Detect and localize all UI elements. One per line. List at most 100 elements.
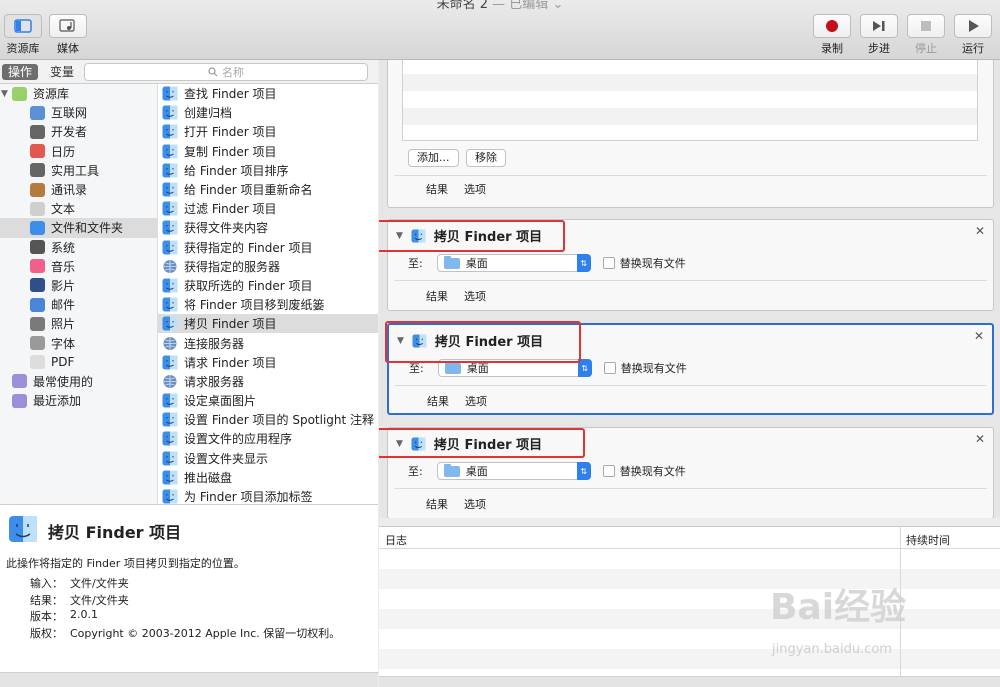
run-button[interactable] [954, 14, 992, 38]
description-value: Copyright © 2003-2012 Apple Inc. 保留一切权利。 [70, 626, 341, 640]
sidebar-item[interactable]: 邮件 [0, 295, 157, 314]
action-label: 设置文件的应用程序 [184, 432, 293, 447]
finder-icon [162, 393, 178, 408]
log-column-header[interactable]: 日志 [385, 532, 407, 548]
finder-icon [162, 86, 178, 101]
options-toggle[interactable]: 选项 [464, 496, 486, 512]
record-icon [826, 20, 838, 32]
action-list-item[interactable]: 连接服务器 [158, 333, 378, 352]
sidebar-item[interactable]: 日历 [0, 142, 157, 161]
action-list-item[interactable]: 获得指定的服务器 [158, 257, 378, 276]
close-icon[interactable]: ✕ [974, 329, 984, 343]
sidebar-item[interactable]: ▼ 资源库 [0, 84, 157, 103]
sidebar-item[interactable]: 照片 [0, 314, 157, 333]
finder-icon [162, 470, 178, 485]
music-icon [30, 259, 45, 274]
search-input[interactable]: 名称 [84, 63, 368, 81]
action-list-item[interactable]: 查找 Finder 项目 [158, 84, 378, 103]
action-list-item[interactable]: 设置 Finder 项目的 Spotlight 注释 [158, 410, 378, 429]
stop-button[interactable] [907, 14, 945, 38]
action-list-item[interactable]: 请求 Finder 项目 [158, 353, 378, 372]
sidebar-item[interactable]: 通讯录 [0, 180, 157, 199]
finder-icon [162, 297, 178, 312]
action-list-item[interactable]: 为 Finder 项目添加标签 [158, 487, 378, 504]
results-toggle[interactable]: 结果 [426, 496, 448, 512]
duration-column-header[interactable]: 持续时间 [906, 532, 950, 548]
sidebar-item[interactable]: 互联网 [0, 103, 157, 122]
action-label: 给 Finder 项目排序 [184, 163, 289, 178]
replace-checkbox[interactable] [602, 257, 615, 269]
to-label: 至: [408, 257, 423, 270]
sidebar-item[interactable]: 影片 [0, 276, 157, 295]
results-toggle[interactable]: 结果 [426, 181, 448, 197]
tools-icon [30, 124, 45, 139]
action-list-item[interactable]: 打开 Finder 项目 [158, 122, 378, 141]
action-description: 拷贝 Finder 项目 此操作将指定的 Finder 项目拷贝到指定的位置。 … [0, 504, 378, 672]
description-key: 版权： [30, 626, 63, 640]
chevron-down-icon[interactable]: ⌄ [552, 0, 563, 12]
sidebar-item[interactable]: 最常使用的 [0, 372, 157, 391]
remove-button[interactable]: 移除 [466, 149, 506, 167]
sidebar-item[interactable]: 开发者 [0, 122, 157, 141]
finder-icon [162, 412, 178, 427]
sidebar-item[interactable]: 最近添加 [0, 391, 157, 410]
action-list-item[interactable]: 推出磁盘 [158, 468, 378, 487]
replace-checkbox[interactable] [602, 465, 615, 477]
sidebar-item[interactable]: 文件和文件夹 [0, 218, 157, 238]
description-row: 版权： Copyright © 2003-2012 Apple Inc. 保留一切… [30, 625, 340, 642]
action-list-item[interactable]: 获取所选的 Finder 项目 [158, 276, 378, 295]
items-list[interactable] [402, 60, 978, 141]
sidebar-item[interactable]: 实用工具 [0, 161, 157, 180]
library-button[interactable] [4, 14, 42, 38]
replace-checkbox[interactable] [603, 362, 616, 374]
action-list-item[interactable]: 设置文件夹显示 [158, 449, 378, 468]
action-list-item[interactable]: 创建归档 [158, 103, 378, 122]
action-list-item[interactable]: 请求服务器 [158, 372, 378, 391]
record-button[interactable] [813, 14, 851, 38]
destination-row: 至: 桌面 ⇅ 替换现有文件 [408, 254, 686, 272]
media-button[interactable] [49, 14, 87, 38]
tab-actions[interactable]: 操作 [2, 64, 39, 80]
close-icon[interactable]: ✕ [975, 432, 985, 446]
close-icon[interactable]: ✕ [975, 224, 985, 238]
sidebar-item[interactable]: PDF [0, 353, 157, 372]
action-list-item[interactable]: 设置文件的应用程序 [158, 429, 378, 448]
action-list-item[interactable]: 设定桌面图片 [158, 391, 378, 410]
results-toggle[interactable]: 结果 [426, 288, 448, 304]
action-list-item[interactable]: 给 Finder 项目重新命名 [158, 180, 378, 199]
action-list-item[interactable]: 给 Finder 项目排序 [158, 161, 378, 180]
photos-icon [30, 316, 45, 331]
disclosure-triangle-icon[interactable]: ▼ [1, 89, 8, 99]
action-list-item[interactable]: 获得指定的 Finder 项目 [158, 238, 378, 257]
options-toggle[interactable]: 选项 [465, 393, 487, 409]
tab-variables[interactable]: 变量 [44, 64, 80, 80]
action-list-item[interactable]: 复制 Finder 项目 [158, 142, 378, 161]
sidebar-item[interactable]: 系统 [0, 238, 157, 257]
finder-icon [162, 144, 178, 159]
sidebar-item-label: 开发者 [51, 125, 88, 140]
options-toggle[interactable]: 选项 [464, 288, 486, 304]
mail-icon [30, 297, 45, 312]
sidebar-item-label: 字体 [51, 336, 76, 351]
step-button[interactable] [860, 14, 898, 38]
sidebar-item-label: 文件和文件夹 [51, 221, 124, 236]
action-list-item[interactable]: 获得文件夹内容 [158, 218, 378, 237]
action-label: 给 Finder 项目重新命名 [184, 183, 313, 198]
destination-popup[interactable]: 桌面 ⇅ [436, 254, 591, 272]
results-toggle[interactable]: 结果 [427, 393, 449, 409]
folder-icon [443, 463, 460, 477]
options-toggle[interactable]: 选项 [464, 181, 486, 197]
sidebar-item[interactable]: 文本 [0, 199, 157, 218]
card-footer: 结果 选项 [426, 181, 486, 197]
run-icon [969, 20, 979, 32]
description-key: 结果： [30, 593, 63, 607]
action-list-item[interactable]: 过滤 Finder 项目 [158, 199, 378, 218]
action-list-item[interactable]: 拷贝 Finder 项目 [158, 314, 378, 334]
sidebar-item[interactable]: 音乐 [0, 257, 157, 276]
action-list-item[interactable]: 将 Finder 项目移到废纸篓 [158, 295, 378, 314]
destination-popup[interactable]: 桌面 ⇅ [436, 462, 591, 480]
action-label: 获得文件夹内容 [184, 221, 269, 236]
search-placeholder: 名称 [222, 66, 244, 79]
sidebar-item[interactable]: 字体 [0, 333, 157, 352]
add-button[interactable]: 添加... [408, 149, 459, 167]
